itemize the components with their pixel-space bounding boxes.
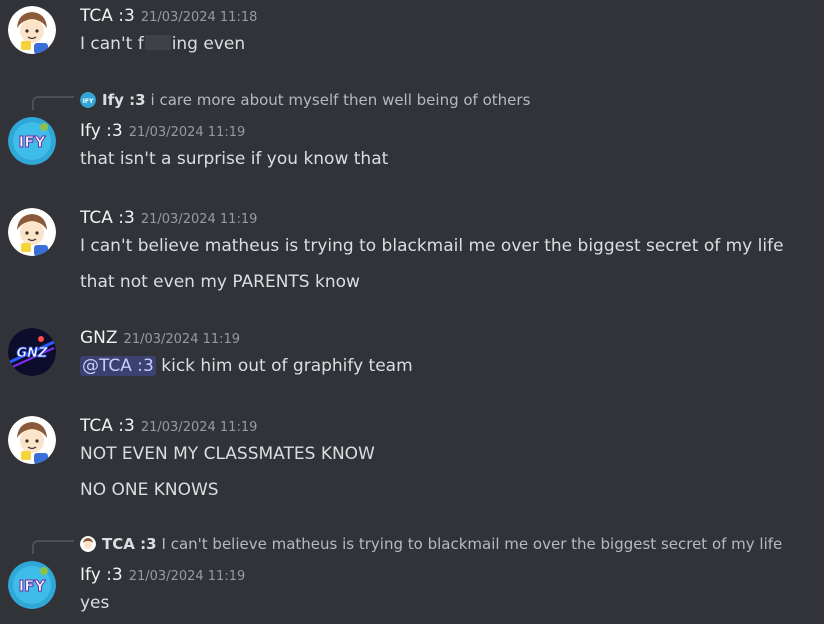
message-header: TCA :3 21/03/2024 11:18 xyxy=(80,6,257,26)
avatar-label: IFY xyxy=(19,577,47,595)
message: TCA :3 21/03/2024 11:19 I can't believe m… xyxy=(0,202,824,302)
avatar[interactable]: IFY xyxy=(8,561,56,609)
avatar[interactable] xyxy=(8,416,56,464)
message-header: TCA :3 21/03/2024 11:19 xyxy=(80,208,257,228)
message-text: I can't f ing even xyxy=(80,34,246,54)
message-text: that not even my PARENTS know xyxy=(80,272,360,292)
message-header: Ify :3 21/03/2024 11:19 xyxy=(80,121,245,141)
timestamp: 21/03/2024 11:19 xyxy=(128,125,246,140)
avatar[interactable] xyxy=(8,6,56,54)
reply-avatar: IFY xyxy=(80,92,96,108)
timestamp: 21/03/2024 11:19 xyxy=(140,420,258,435)
message-text: yes xyxy=(80,593,110,613)
avatar[interactable]: IFY xyxy=(8,117,56,165)
username[interactable]: Ify :3 xyxy=(80,565,123,585)
reply-text: i care more about myself then well being… xyxy=(150,91,531,109)
message-text: I can't believe matheus is trying to bla… xyxy=(80,236,784,256)
timestamp: 21/03/2024 11:18 xyxy=(140,10,258,25)
reply-spine xyxy=(32,540,74,554)
reply-spine xyxy=(32,96,74,110)
message-header: Ify :3 21/03/2024 11:19 xyxy=(80,565,245,585)
username[interactable]: GNZ xyxy=(80,328,118,348)
reply-username[interactable]: Ify :3 xyxy=(102,91,146,109)
username[interactable]: TCA :3 xyxy=(80,6,135,26)
reply-text: I can't believe matheus is trying to bla… xyxy=(161,535,783,553)
censor-block xyxy=(144,35,171,50)
avatar[interactable] xyxy=(8,208,56,256)
timestamp: 21/03/2024 11:19 xyxy=(128,569,246,584)
timestamp: 21/03/2024 11:19 xyxy=(123,332,241,347)
username[interactable]: Ify :3 xyxy=(80,121,123,141)
avatar-label: GNZ xyxy=(17,346,49,361)
reply-preview[interactable]: IFY Ify :3 i care more about myself then … xyxy=(80,91,530,109)
message: TCA :3 I can't believe matheus is trying … xyxy=(0,530,824,624)
message: TCA :3 21/03/2024 11:19 NOT EVEN MY CLASS… xyxy=(0,410,824,510)
message-text: NOT EVEN MY CLASSMATES KNOW xyxy=(80,444,375,464)
reply-username[interactable]: TCA :3 xyxy=(102,535,157,553)
reply-avatar xyxy=(80,536,96,552)
message: TCA :3 21/03/2024 11:18 I can't f ing even xyxy=(0,0,824,60)
message-header: GNZ 21/03/2024 11:19 xyxy=(80,328,240,348)
avatar-label: IFY xyxy=(19,133,47,151)
message: GNZ GNZ 21/03/2024 11:19 @TCA :3 kick him… xyxy=(0,322,824,386)
message: IFY Ify :3 i care more about myself then … xyxy=(0,86,824,176)
username[interactable]: TCA :3 xyxy=(80,208,135,228)
svg-text:IFY: IFY xyxy=(83,98,94,105)
message-text: @TCA :3 kick him out of graphify team xyxy=(80,356,413,376)
avatar[interactable]: GNZ xyxy=(8,328,56,376)
reply-preview[interactable]: TCA :3 I can't believe matheus is trying … xyxy=(80,535,782,553)
username[interactable]: TCA :3 xyxy=(80,416,135,436)
message-text: NO ONE KNOWS xyxy=(80,480,219,500)
timestamp: 21/03/2024 11:19 xyxy=(140,212,258,227)
user-mention[interactable]: @TCA :3 xyxy=(80,356,156,376)
message-header: TCA :3 21/03/2024 11:19 xyxy=(80,416,257,436)
message-text: that isn't a surprise if you know that xyxy=(80,149,389,169)
